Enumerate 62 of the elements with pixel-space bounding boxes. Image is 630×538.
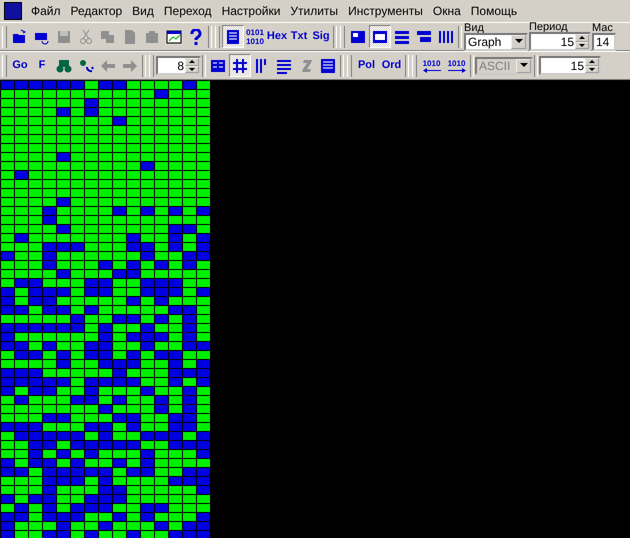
open-folder-icon xyxy=(12,28,28,44)
text-block-icon xyxy=(320,58,336,74)
toolbar-button[interactable]: Go xyxy=(9,54,31,77)
format-button[interactable]: Hex xyxy=(266,25,288,48)
page-icon xyxy=(122,28,138,44)
spin-field[interactable]: 8 xyxy=(156,56,201,75)
frame-icon xyxy=(372,28,388,44)
field-label: Вид xyxy=(464,22,485,32)
grid-icon xyxy=(232,58,248,74)
order-button[interactable]: Pol xyxy=(354,54,379,77)
menu-item[interactable]: Помощь xyxy=(466,4,522,18)
app-icon xyxy=(4,2,22,20)
window-chart-icon xyxy=(166,28,182,44)
menu-item[interactable]: Окна xyxy=(428,4,466,18)
right-arrow-icon xyxy=(448,68,466,72)
format-button[interactable] xyxy=(222,25,244,48)
up-arrow-icon xyxy=(579,36,585,40)
spin-field[interactable]: 15 xyxy=(529,32,591,51)
columns-icon xyxy=(438,28,454,44)
menu-item[interactable]: Редактор xyxy=(66,4,128,18)
menu-item[interactable]: Файл xyxy=(26,4,66,18)
menu-item[interactable]: Инструменты xyxy=(343,4,428,18)
format-button[interactable]: Sig xyxy=(310,25,332,48)
field-label: Период xyxy=(529,22,569,32)
lines-icon xyxy=(276,58,292,74)
menu-item[interactable]: Утилиты xyxy=(285,4,344,18)
save-icon xyxy=(56,28,72,44)
dropdown-arrow-icon xyxy=(520,63,528,68)
up-arrow-icon xyxy=(589,60,595,64)
left-arrow-icon xyxy=(422,68,440,72)
help-icon xyxy=(188,28,204,44)
left-arrow-icon xyxy=(100,58,116,74)
view-dropdown[interactable]: Graph xyxy=(464,32,528,50)
paste-icon xyxy=(144,28,160,44)
menu-item[interactable]: Переход xyxy=(158,4,217,18)
split-rows-icon xyxy=(416,28,432,44)
down-arrow-icon xyxy=(589,68,595,71)
shift-button[interactable]: 1010 xyxy=(419,54,444,77)
menu-item[interactable]: Настройки xyxy=(216,4,286,18)
down-arrow-icon xyxy=(189,68,195,71)
view-button[interactable] xyxy=(229,54,251,77)
scissors-icon xyxy=(78,28,94,44)
shift-button[interactable]: 1010 xyxy=(444,54,469,77)
window-icon xyxy=(350,28,366,44)
copy-icon xyxy=(100,28,116,44)
up-arrow-icon xyxy=(189,60,195,64)
right-arrow-icon xyxy=(122,58,138,74)
menu-item[interactable]: Вид xyxy=(127,4,159,18)
order-button[interactable]: Ord xyxy=(379,54,404,77)
rows-icon xyxy=(394,28,410,44)
format-button[interactable]: Txt xyxy=(288,25,310,48)
scale-field[interactable]: 14 xyxy=(592,32,616,50)
binoculars-icon xyxy=(56,58,72,74)
document-icon xyxy=(225,28,241,44)
toolbar-button[interactable]: F xyxy=(31,54,53,77)
format-button[interactable]: 0101 1010 xyxy=(244,25,266,48)
field-label: Мас xyxy=(592,22,614,32)
table-icon xyxy=(210,58,226,74)
spin-field[interactable]: 15 xyxy=(539,56,601,75)
dropdown-arrow-icon xyxy=(514,39,522,44)
layout-button[interactable] xyxy=(369,25,391,48)
down-arrow-icon xyxy=(579,44,585,47)
